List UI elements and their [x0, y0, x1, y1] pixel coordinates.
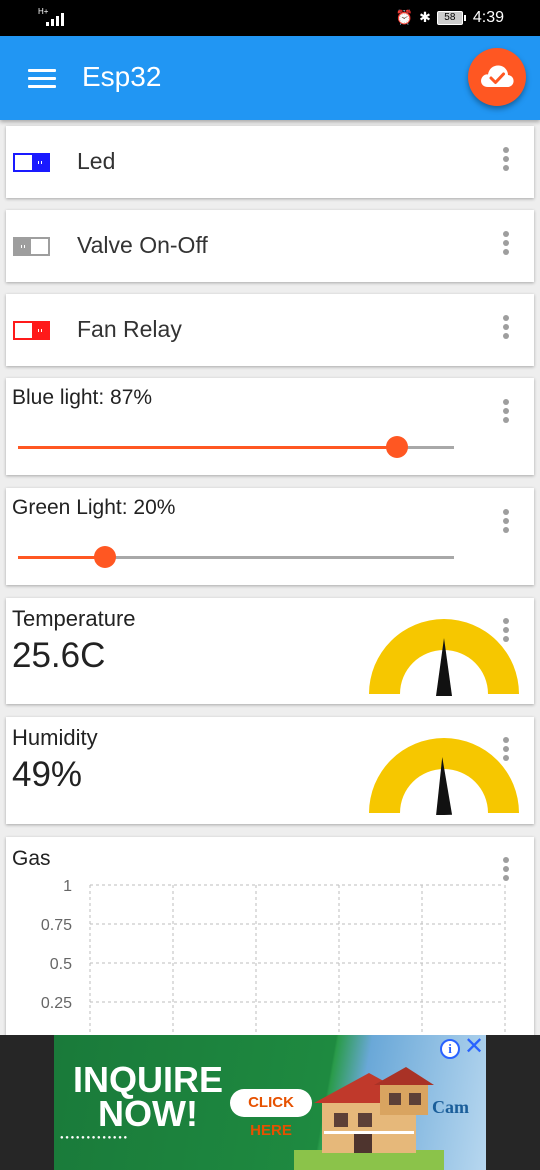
gas-chart: 1 0.75 0.5 0.25 — [41, 878, 506, 1057]
house-image — [294, 1067, 444, 1170]
ad-close-icon[interactable]: ✕ — [464, 1035, 484, 1059]
slider-fill — [18, 446, 398, 449]
cloud-done-icon — [481, 65, 514, 87]
alarm-icon: ⏰ — [395, 10, 414, 26]
switch-label-fan: Fan Relay — [77, 316, 182, 342]
switch-card-fan: Fan Relay — [6, 294, 534, 366]
ad-container: INQUIRE NOW! CLICK HERE ● ● ● ● ● ● ● ● … — [0, 1035, 540, 1170]
more-vert-icon[interactable] — [498, 399, 514, 425]
app-bar: Esp32 — [0, 36, 540, 120]
switch-card-led: Led — [6, 126, 534, 198]
ad-banner[interactable]: INQUIRE NOW! CLICK HERE ● ● ● ● ● ● ● ● … — [54, 1035, 486, 1170]
y-tick-label: 0.75 — [41, 917, 72, 934]
more-vert-icon[interactable] — [498, 147, 514, 173]
slider-card-blue: Blue light: 87% — [6, 378, 534, 475]
ad-headline: INQUIRE NOW! — [72, 1059, 223, 1134]
signal-icon: H+ — [38, 7, 66, 26]
gauge-card-temperature: Temperature 25.6C — [6, 598, 534, 704]
humidity-value: 49% — [12, 755, 83, 794]
slider-label-green: Green Light: 20% — [12, 496, 176, 519]
slider-thumb[interactable] — [386, 436, 409, 458]
network-type: H+ — [38, 7, 49, 16]
slider-thumb[interactable] — [94, 546, 117, 568]
battery-level: 58 — [444, 12, 456, 23]
blue-light-slider[interactable] — [18, 436, 454, 458]
more-vert-icon[interactable] — [498, 231, 514, 257]
bluetooth-icon: ✱ — [419, 10, 431, 26]
ad-click-here-button[interactable]: CLICK HERE — [230, 1089, 312, 1139]
valve-toggle[interactable] — [13, 237, 50, 256]
more-vert-icon[interactable] — [498, 315, 514, 341]
chart-card-gas: 1 0.75 0.5 0.25 Gas — [6, 837, 534, 1057]
green-light-slider[interactable] — [18, 546, 454, 568]
more-vert-icon[interactable] — [498, 509, 514, 535]
status-time: 4:39 — [472, 9, 504, 26]
switch-label-valve: Valve On-Off — [77, 232, 208, 258]
menu-icon[interactable] — [28, 69, 56, 89]
y-tick-label: 1 — [63, 878, 72, 895]
more-vert-icon[interactable] — [498, 618, 514, 644]
toggle-knob — [15, 239, 31, 254]
gauge-card-humidity: Humidity 49% — [6, 717, 534, 824]
switch-label-led: Led — [77, 148, 116, 174]
led-toggle[interactable] — [13, 153, 50, 172]
fan-relay-toggle[interactable] — [13, 321, 50, 340]
gauge-label-humidity: Humidity — [12, 725, 98, 750]
cloud-sync-button[interactable] — [468, 48, 526, 106]
ad-contact-line: ● ● ● ● ● ● ● ● ● ● ● ● ● — [60, 1135, 128, 1141]
slider-label-blue: Blue light: 87% — [12, 386, 153, 409]
slider-card-green: Green Light: 20% — [6, 488, 534, 585]
toggle-knob — [32, 155, 48, 170]
more-vert-icon[interactable] — [498, 857, 514, 883]
battery-icon: 58 — [436, 11, 466, 25]
switch-card-valve: Valve On-Off — [6, 210, 534, 282]
more-vert-icon[interactable] — [498, 737, 514, 763]
temperature-value: 25.6C — [12, 636, 106, 675]
y-tick-label: 0.5 — [50, 956, 72, 973]
ad-brand: Cam — [432, 1097, 469, 1117]
gauge-label-temperature: Temperature — [12, 606, 136, 631]
y-tick-label: 0.25 — [41, 995, 72, 1012]
slider-fill — [18, 556, 106, 559]
status-bar: H+ ⏰ ✱ 58 4:39 — [0, 0, 540, 36]
app-title: Esp32 — [82, 61, 162, 92]
toggle-knob — [32, 323, 48, 338]
chart-title: Gas — [12, 847, 51, 870]
ad-info-icon[interactable]: i — [440, 1039, 460, 1059]
